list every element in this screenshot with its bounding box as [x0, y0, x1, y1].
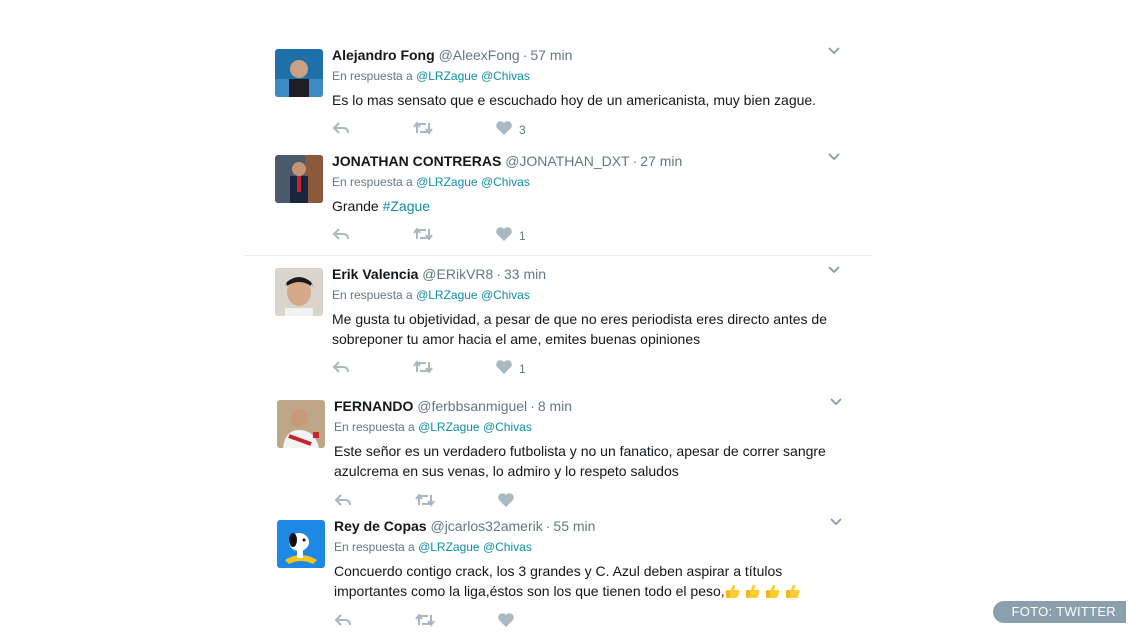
retweet-icon[interactable]: [413, 226, 433, 242]
username[interactable]: @JONATHAN_DXT: [505, 153, 629, 169]
avatar[interactable]: [275, 268, 323, 316]
display-name[interactable]: Alejandro Fong: [332, 47, 435, 63]
tweet-text: Concuerdo contigo crack, los 3 grandes y…: [334, 561, 854, 601]
hashtag-link[interactable]: #Zague: [383, 198, 430, 214]
mention-link[interactable]: @LRZague: [418, 540, 480, 554]
timestamp[interactable]: 27 min: [640, 153, 682, 169]
retweet-icon[interactable]: [413, 359, 433, 375]
thumbs-up-emoji: [725, 584, 740, 598]
reply-context: En respuesta a @LRZague @Chivas: [334, 420, 532, 434]
reply-context: En respuesta a @LRZague @Chivas: [332, 175, 530, 189]
heart-icon[interactable]: 1: [495, 226, 526, 243]
heart-icon[interactable]: 3: [495, 120, 526, 137]
username[interactable]: @ERikVR8: [422, 266, 493, 282]
mention-link[interactable]: @Chivas: [481, 69, 530, 83]
chevron-down-icon[interactable]: [827, 150, 841, 168]
timestamp[interactable]: 8 min: [538, 398, 572, 414]
username[interactable]: @ferbbsanmiguel: [417, 398, 527, 414]
tweet-header: Rey de Copas @jcarlos32amerik · 55 min: [334, 518, 596, 534]
username[interactable]: @AleexFong: [439, 47, 520, 63]
emoji-group: [725, 583, 805, 599]
timestamp[interactable]: 57 min: [530, 47, 572, 63]
mention-link[interactable]: @LRZague: [416, 288, 478, 302]
reply-arrow-icon[interactable]: [334, 492, 352, 508]
thumbs-up-emoji: [765, 584, 780, 598]
chevron-down-icon[interactable]: [827, 263, 841, 281]
mention-link[interactable]: @Chivas: [481, 175, 530, 189]
tweet-text: Este señor es un verdadero futbolista y …: [334, 443, 826, 479]
avatar[interactable]: [277, 400, 325, 448]
heart-icon[interactable]: [497, 492, 515, 508]
reply-arrow-icon[interactable]: [332, 359, 350, 375]
mention-link[interactable]: @LRZague: [416, 69, 478, 83]
mention-link[interactable]: @Chivas: [483, 540, 532, 554]
timestamp[interactable]: 55 min: [553, 518, 595, 534]
mention-link[interactable]: @Chivas: [481, 288, 530, 302]
reply-context: En respuesta a @LRZague @Chivas: [332, 288, 530, 302]
username[interactable]: @jcarlos32amerik: [430, 518, 542, 534]
like-count: 3: [519, 123, 526, 137]
avatar[interactable]: [277, 520, 325, 568]
timestamp[interactable]: 33 min: [504, 266, 546, 282]
tweet-header: Alejandro Fong @AleexFong · 57 min: [332, 47, 573, 63]
chevron-down-icon[interactable]: [827, 44, 841, 62]
like-count: 1: [519, 229, 526, 243]
mention-link[interactable]: @LRZague: [416, 175, 478, 189]
avatar[interactable]: [275, 155, 323, 203]
retweet-icon[interactable]: [415, 612, 435, 628]
chevron-down-icon[interactable]: [829, 515, 843, 533]
reply-context: En respuesta a @LRZague @Chivas: [332, 69, 530, 83]
divider: [244, 255, 872, 256]
tweet-header: FERNANDO @ferbbsanmiguel · 8 min: [334, 398, 573, 414]
heart-icon[interactable]: 1: [495, 359, 526, 376]
display-name[interactable]: Erik Valencia: [332, 266, 418, 282]
mention-link[interactable]: @LRZague: [418, 420, 480, 434]
heart-icon[interactable]: [497, 612, 515, 628]
reply-arrow-icon[interactable]: [332, 120, 350, 136]
retweet-icon[interactable]: [415, 492, 435, 508]
tweet-text: Me gusta tu objetividad, a pesar de que …: [332, 311, 827, 347]
tweet-text: Grande #Zague: [332, 198, 431, 214]
retweet-icon[interactable]: [413, 120, 433, 136]
thumbs-up-emoji: [785, 584, 800, 598]
like-count: 1: [519, 362, 526, 376]
thumbs-up-emoji: [745, 584, 760, 598]
tweet-header: Erik Valencia @ERikVR8 · 33 min: [332, 266, 547, 282]
chevron-down-icon[interactable]: [829, 395, 843, 413]
avatar[interactable]: [275, 49, 323, 97]
tweet-text: Es lo mas sensato que e escuchado hoy de…: [332, 92, 817, 108]
display-name[interactable]: FERNANDO: [334, 398, 413, 414]
mention-link[interactable]: @Chivas: [483, 420, 532, 434]
display-name[interactable]: Rey de Copas: [334, 518, 427, 534]
reply-arrow-icon[interactable]: [332, 226, 350, 242]
display-name[interactable]: JONATHAN CONTRERAS: [332, 153, 501, 169]
photo-credit-watermark: FOTO: TWITTER: [993, 601, 1126, 623]
reply-context: En respuesta a @LRZague @Chivas: [334, 540, 532, 554]
tweet-header: JONATHAN CONTRERAS @JONATHAN_DXT · 27 min: [332, 153, 683, 169]
reply-arrow-icon[interactable]: [334, 612, 352, 628]
